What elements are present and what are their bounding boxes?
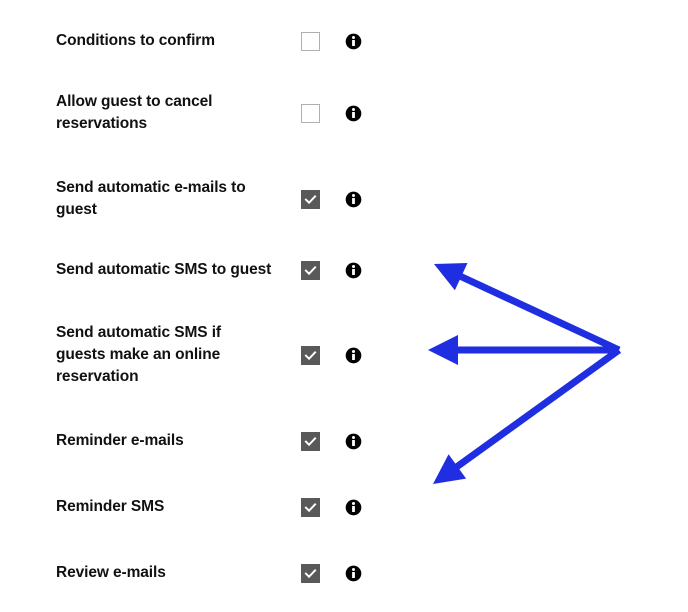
info-icon[interactable] [345,105,362,122]
setting-info-cell [345,433,385,450]
checkmark-icon [304,350,317,360]
setting-info-cell [345,262,385,279]
setting-row-label: Send automatic e-mails to guest [56,179,246,218]
info-icon[interactable] [345,433,362,450]
arrow-to-sms-to-guest [434,263,621,354]
setting-row-label: Conditions to confirm [56,32,215,49]
setting-checkbox-cell [301,431,345,451]
arrow-head [428,335,458,365]
checkmark-icon [304,568,317,578]
arrow-to-reminder-sms [433,347,622,484]
setting-checkbox-cell [301,103,345,123]
setting-info-cell [345,105,385,122]
setting-info-cell [345,191,385,208]
setting-row: Reminder e-mails [0,424,400,458]
setting-info-cell [345,347,385,364]
setting-row: Send automatic SMS to guest [0,253,400,287]
info-icon[interactable] [345,499,362,516]
setting-checkbox-cell [301,563,345,583]
setting-row-label: Allow guest to cancel reservations [56,93,213,132]
setting-info-cell [345,33,385,50]
checkmark-icon [304,265,317,275]
setting-row-label: Review e-mails [56,564,166,581]
arrow-head [434,263,468,291]
setting-row-label: Reminder SMS [56,498,165,515]
setting-checkbox[interactable] [301,497,320,517]
info-icon[interactable] [345,262,362,279]
setting-row-label: Send automatic SMS to guest [56,261,272,278]
setting-row: Allow guest to cancel reservations [0,80,400,146]
setting-checkbox[interactable] [301,260,320,280]
arrow-to-sms-online-reservation [428,335,619,365]
checkmark-icon [304,194,317,204]
setting-checkbox[interactable] [301,563,320,583]
info-icon[interactable] [345,347,362,364]
setting-checkbox[interactable] [301,345,320,365]
setting-row: Reminder SMS [0,490,400,524]
setting-row: Conditions to confirm [0,24,400,58]
setting-checkbox[interactable] [301,189,320,209]
reservation-notification-settings-panel: Conditions to confirm Allow guest to canc… [0,0,400,612]
setting-row: Review e-mails [0,556,400,590]
setting-checkbox[interactable] [301,31,320,51]
setting-checkbox[interactable] [301,103,320,123]
setting-checkbox-cell [301,189,345,209]
arrow-shaft [450,347,622,473]
setting-checkbox-cell [301,31,345,51]
setting-info-cell [345,565,385,582]
setting-row: Send automatic e-mails to guest [0,166,400,232]
setting-checkbox[interactable] [301,431,320,451]
setting-row: Send automatic SMS if guests make an onl… [0,306,400,404]
checkmark-icon [304,436,317,446]
arrow-shaft [454,270,621,354]
setting-row-label: Send automatic SMS if guests make an onl… [56,324,221,385]
setting-checkbox-cell [301,345,345,365]
info-icon[interactable] [345,191,362,208]
arrow-head [433,454,467,484]
setting-row-label: Reminder e-mails [56,432,184,449]
info-icon[interactable] [345,33,362,50]
setting-info-cell [345,499,385,516]
setting-checkbox-cell [301,497,345,517]
setting-checkbox-cell [301,260,345,280]
info-icon[interactable] [345,565,362,582]
checkmark-icon [304,502,317,512]
